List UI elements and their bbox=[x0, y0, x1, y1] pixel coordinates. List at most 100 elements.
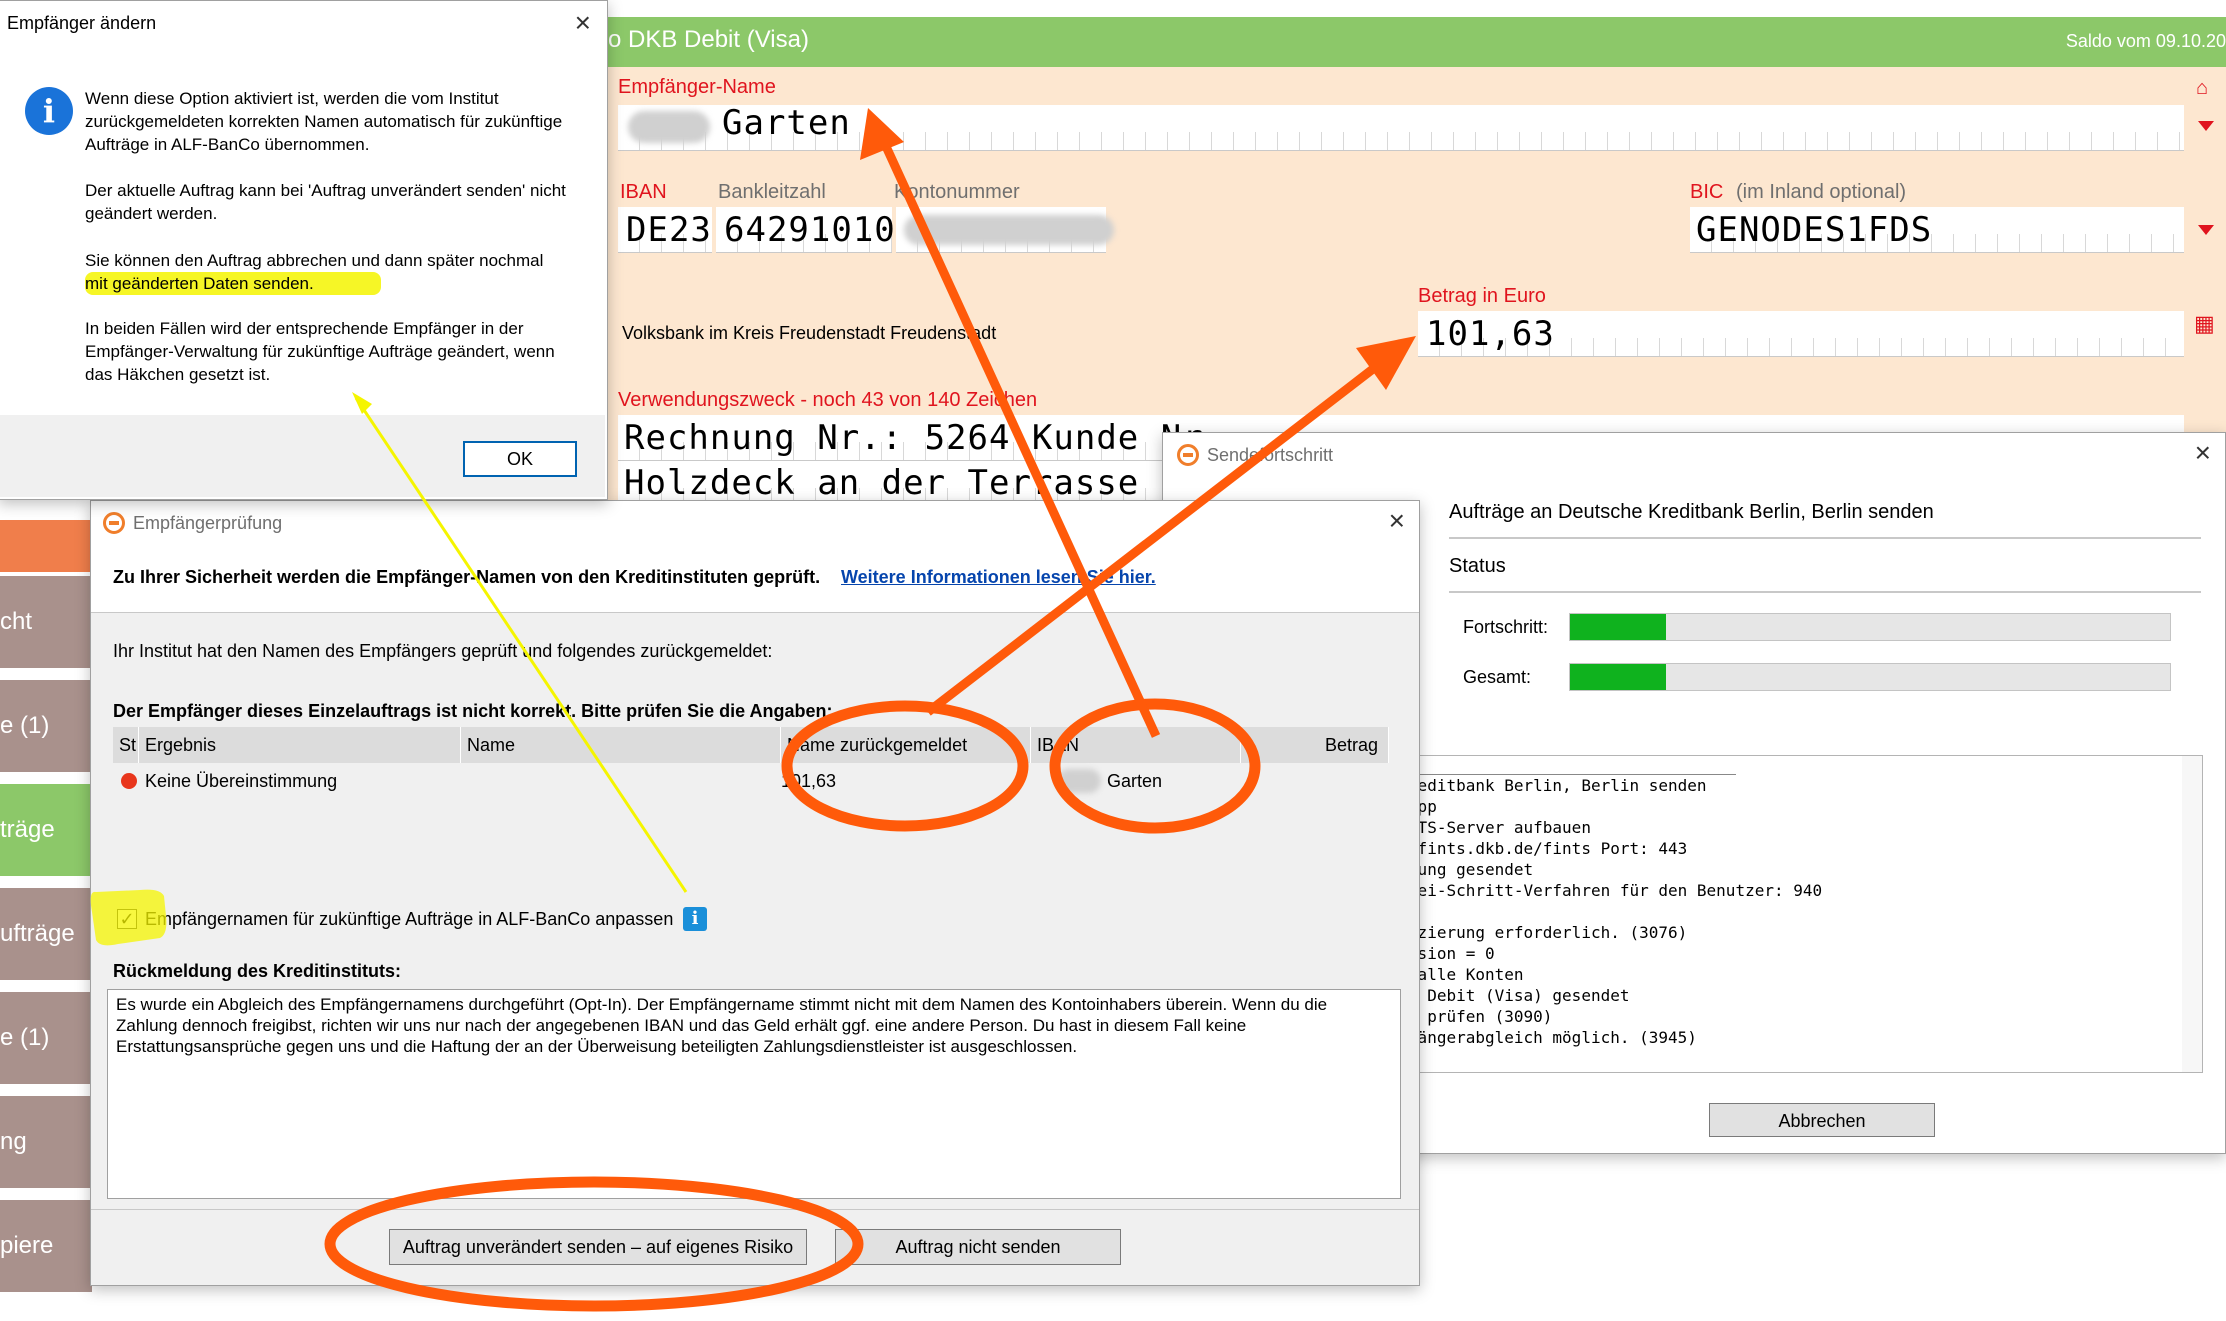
purpose-line-1-value: Rechnung Nr.: 5264 Kunde Nr bbox=[624, 418, 1204, 458]
recipient-check-titlebar: Empfängerprüfung × bbox=[91, 501, 1419, 545]
more-info-link[interactable]: Weitere Informationen lesen Sie hier. bbox=[841, 567, 1156, 588]
col-betrag[interactable]: Betrag bbox=[1241, 727, 1389, 763]
msgbox-footer: OK bbox=[0, 415, 605, 497]
intro-section: Zu Ihrer Sicherheit werden die Empfänger… bbox=[91, 545, 1419, 613]
sidebar-item-label: e (1) bbox=[0, 712, 50, 739]
progress-fill bbox=[1570, 614, 1666, 640]
reported-text: Ihr Institut hat den Namen des Empfänger… bbox=[113, 641, 773, 661]
redacted-iban-name bbox=[1057, 769, 1101, 793]
recipient-dropdown-icon[interactable] bbox=[2198, 121, 2214, 131]
recipient-label: Empfänger-Name bbox=[618, 76, 776, 98]
sidebar-item-label: cht bbox=[0, 608, 33, 635]
divider bbox=[1449, 537, 2201, 539]
col-name-returned[interactable]: Name zurückgemeldet bbox=[781, 727, 1031, 763]
send-heading: Aufträge an Deutsche Kreditbank Berlin, … bbox=[1449, 501, 1934, 523]
bank-name: Volksbank im Kreis Freudenstadt Freudens… bbox=[622, 323, 997, 343]
bic-value: GENODES1FDS bbox=[1696, 210, 1933, 250]
purpose-line-2-value: Holzdeck an der Terrasse ne bbox=[624, 463, 1204, 503]
bic-hint: (im Inland optional) bbox=[1736, 181, 1907, 203]
recipient-name-field[interactable] bbox=[618, 105, 2184, 151]
blz-value: 64291010 bbox=[724, 210, 896, 250]
blz-label: Bankleitzahl bbox=[718, 181, 826, 203]
progress-bar bbox=[1569, 613, 2171, 641]
account-title: o DKB Debit (Visa) bbox=[608, 26, 809, 53]
recipient-name-value: Garten bbox=[722, 103, 851, 143]
recipient-check-title: Empfängerprüfung bbox=[133, 513, 283, 533]
total-label: Gesamt: bbox=[1463, 667, 1532, 687]
ok-button[interactable]: OK bbox=[463, 441, 577, 477]
col-name[interactable]: Name bbox=[461, 727, 781, 763]
redacted-first-name bbox=[628, 111, 710, 143]
progress-label: Fortschritt: bbox=[1463, 617, 1549, 637]
send-progress-title: Sendefortschritt bbox=[1207, 445, 1334, 465]
sidebar-item-label: ng bbox=[0, 1128, 27, 1155]
status-heading: Status bbox=[1449, 555, 1506, 577]
msgbox-title: Empfänger ändern bbox=[7, 13, 157, 33]
result-table-header: St Ergebnis Name Name zurückgemeldet IBA… bbox=[113, 727, 1389, 763]
msgbox-paragraph-3b: mit geänderten Daten senden. bbox=[85, 272, 381, 295]
sidebar-item-5[interactable]: e (1) bbox=[0, 992, 92, 1088]
konto-label: Kontonummer bbox=[894, 181, 1020, 203]
sidebar-item-label: piere bbox=[0, 1232, 54, 1259]
saldo-label: Saldo vom 09.10.20 bbox=[2065, 31, 2226, 51]
sidebar-item-label: e (1) bbox=[0, 1024, 50, 1051]
col-iban[interactable]: IBAN bbox=[1031, 727, 1241, 763]
adjust-names-checkbox[interactable]: ✓ bbox=[117, 909, 137, 929]
redacted-account-number bbox=[904, 215, 1114, 245]
msgbox-titlebar: Empfänger ändern × bbox=[0, 1, 607, 45]
log-scrollbar[interactable] bbox=[2182, 756, 2202, 1072]
iban-label: IBAN bbox=[620, 181, 667, 203]
account-header: o DKB Debit (Visa) Saldo vom 09.10.20 bbox=[604, 17, 2226, 67]
calculator-icon[interactable]: ▦ bbox=[2194, 311, 2215, 337]
sidebar-item-7[interactable]: piere bbox=[0, 1200, 92, 1296]
close-icon[interactable]: × bbox=[2195, 439, 2211, 467]
amount-label: Betrag in Euro bbox=[1418, 285, 1546, 307]
change-recipient-msgbox: Empfänger ändern × i Wenn diese Option a… bbox=[0, 0, 608, 500]
close-icon[interactable]: × bbox=[575, 9, 591, 37]
col-ergebnis[interactable]: Ergebnis bbox=[139, 727, 461, 763]
recipient-check-dialog: Empfängerprüfung × Zu Ihrer Sicherheit w… bbox=[90, 500, 1420, 1286]
row-name-returned: 101,63 bbox=[781, 771, 837, 791]
row-ergebnis: Keine Übereinstimmung bbox=[145, 771, 338, 791]
warning-text: Der Empfänger dieses Einzelauftrags ist … bbox=[113, 701, 833, 721]
divider bbox=[91, 1209, 1419, 1210]
send-unchanged-button[interactable]: Auftrag unverändert senden – auf eigenes… bbox=[389, 1229, 807, 1265]
msgbox-paragraph-3a: Sie können den Auftrag abbrechen und dan… bbox=[85, 251, 544, 270]
col-status[interactable]: St bbox=[113, 727, 139, 763]
info-icon: i bbox=[25, 87, 73, 135]
adjust-names-label[interactable]: Empfängernamen für zukünftige Aufträge i… bbox=[145, 909, 673, 930]
sidebar-item-3[interactable]: träge bbox=[0, 784, 92, 880]
bic-dropdown-icon[interactable] bbox=[2198, 225, 2214, 235]
msgbox-paragraph-2: Der aktuelle Auftrag kann bei 'Auftrag u… bbox=[85, 181, 566, 223]
dont-send-button[interactable]: Auftrag nicht senden bbox=[835, 1229, 1121, 1265]
app-logo-icon bbox=[1177, 444, 1199, 466]
intro-text: Zu Ihrer Sicherheit werden die Empfänger… bbox=[113, 567, 821, 587]
msgbox-paragraph-4: In beiden Fällen wird der entsprechende … bbox=[85, 319, 555, 384]
feedback-label: Rückmeldung des Kreditinstituts: bbox=[113, 961, 402, 981]
table-row[interactable]: Keine Übereinstimmung 101,63 Garten bbox=[113, 763, 1389, 799]
sidebar-item-1[interactable]: cht bbox=[0, 576, 92, 672]
feedback-textbox[interactable]: Es wurde ein Abgleich des Empfängernamen… bbox=[107, 989, 1401, 1199]
row-iban: Garten bbox=[1107, 771, 1163, 791]
send-progress-titlebar: Sendefortschritt × bbox=[1163, 433, 2225, 477]
sidebar-item-label: träge bbox=[0, 816, 55, 843]
sidebar-item-4[interactable]: ufträge bbox=[0, 888, 92, 984]
divider bbox=[1449, 591, 2201, 593]
sidebar-item-6[interactable]: ng bbox=[0, 1096, 92, 1192]
total-progress-fill bbox=[1570, 664, 1666, 690]
msgbox-paragraph-1: Wenn diese Option aktiviert ist, werden … bbox=[85, 89, 563, 154]
cancel-button[interactable]: Abbrechen bbox=[1709, 1103, 1935, 1137]
purpose-label: Verwendungszweck - noch 43 von 140 Zeich… bbox=[618, 389, 1038, 411]
status-dot-icon bbox=[121, 773, 137, 789]
sidebar-item-top[interactable] bbox=[0, 520, 92, 576]
total-progress-bar bbox=[1569, 663, 2171, 691]
bic-label: BIC bbox=[1690, 181, 1724, 203]
sidebar-item-label: ufträge bbox=[0, 920, 75, 947]
home-icon[interactable]: ⌂ bbox=[2196, 77, 2208, 100]
sidebar-item-2[interactable]: e (1) bbox=[0, 680, 92, 776]
app-logo-icon bbox=[103, 512, 125, 534]
close-icon[interactable]: × bbox=[1389, 507, 1405, 535]
sidebar: cht e (1) träge ufträge e (1) ng piere bbox=[0, 520, 92, 1296]
amount-value: 101,63 bbox=[1426, 314, 1555, 354]
info-icon[interactable]: i bbox=[683, 907, 707, 931]
